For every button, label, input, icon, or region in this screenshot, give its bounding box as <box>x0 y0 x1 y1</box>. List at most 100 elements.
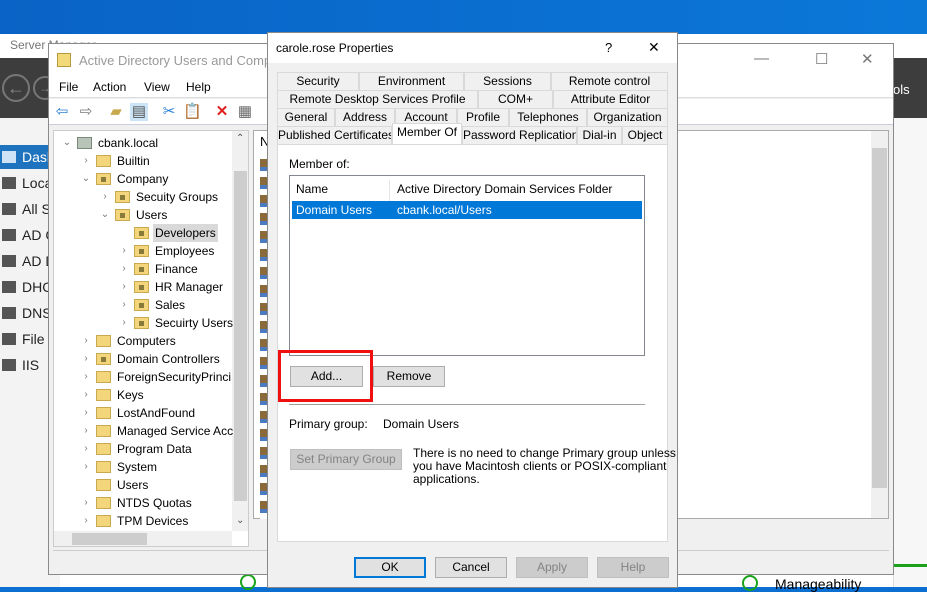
tree-item[interactable]: › HR Manager <box>54 278 232 296</box>
tools-menu[interactable]: ols <box>893 82 910 97</box>
tab-object[interactable]: Object <box>622 126 668 144</box>
tab-rds-profile[interactable]: Remote Desktop Services Profile <box>277 90 478 108</box>
minimize-icon[interactable]: — <box>754 50 769 67</box>
tree-item[interactable]: ⌄ Users <box>54 206 232 224</box>
menu-file[interactable]: File <box>59 80 78 94</box>
expand-icon[interactable]: › <box>119 242 129 260</box>
tab-address[interactable]: Address <box>335 108 395 126</box>
expand-icon[interactable]: › <box>81 422 91 440</box>
tab-com-plus[interactable]: COM+ <box>478 90 553 108</box>
expand-icon[interactable]: › <box>81 386 91 404</box>
column-header-folder[interactable]: Active Directory Domain Services Folder <box>391 180 612 202</box>
menu-view[interactable]: View <box>144 80 170 94</box>
back-icon[interactable]: ← <box>2 74 30 102</box>
tab-security[interactable]: Security <box>277 72 359 90</box>
scroll-thumb[interactable] <box>72 533 147 545</box>
cancel-button[interactable]: Cancel <box>435 557 507 578</box>
expand-icon[interactable]: › <box>81 368 91 386</box>
expand-icon[interactable]: › <box>119 278 129 296</box>
tab-remote-control[interactable]: Remote control <box>551 72 668 90</box>
properties-icon[interactable]: ▦ <box>236 103 254 121</box>
menu-help[interactable]: Help <box>186 80 211 94</box>
tree-item[interactable]: › Domain Controllers <box>54 350 232 368</box>
help-icon[interactable]: ? <box>605 40 612 55</box>
add-button[interactable]: Add... <box>290 366 363 387</box>
up-folder-icon[interactable]: ▰ <box>107 103 125 121</box>
collapse-icon[interactable]: ⌄ <box>62 134 72 152</box>
expand-icon[interactable]: › <box>81 458 91 476</box>
forward-icon[interactable]: ⇨ <box>77 103 95 121</box>
folder-icon <box>96 443 111 455</box>
tree-item[interactable]: Users <box>54 476 232 494</box>
expand-icon[interactable]: › <box>81 350 91 368</box>
tab-organization[interactable]: Organization <box>587 108 668 126</box>
tree-item[interactable]: › Employees <box>54 242 232 260</box>
expand-icon[interactable]: › <box>119 296 129 314</box>
list-row[interactable]: Domain Users cbank.local/Users <box>292 201 642 219</box>
tree-item[interactable]: › Sales <box>54 296 232 314</box>
scroll-down-icon[interactable]: ⌄ <box>236 515 244 526</box>
maximize-icon[interactable]: ☐ <box>815 50 828 68</box>
tab-dial-in[interactable]: Dial-in <box>577 126 622 144</box>
expand-icon[interactable]: › <box>81 332 91 350</box>
collapse-icon[interactable]: ⌄ <box>81 170 91 188</box>
scroll-thumb[interactable] <box>872 148 887 488</box>
close-icon[interactable]: ✕ <box>648 39 660 56</box>
back-icon[interactable]: ⇦ <box>53 103 71 121</box>
tab-attribute-editor[interactable]: Attribute Editor <box>553 90 668 108</box>
tab-general[interactable]: General <box>277 108 335 126</box>
expand-icon[interactable]: › <box>100 188 110 206</box>
expand-icon[interactable]: › <box>81 512 91 530</box>
expand-icon[interactable]: › <box>81 494 91 512</box>
tree-horizontal-scrollbar[interactable] <box>54 531 232 546</box>
expand-icon[interactable]: › <box>81 152 91 170</box>
tree-item[interactable]: › ForeignSecurityPrinci <box>54 368 232 386</box>
expand-icon[interactable]: › <box>119 314 129 332</box>
tree-item[interactable]: › System <box>54 458 232 476</box>
ou-folder-icon <box>115 191 130 203</box>
cut-icon[interactable]: ✂ <box>160 103 178 121</box>
paste-icon[interactable]: 📋 <box>183 103 202 121</box>
tab-password-replication[interactable]: Password Replication <box>462 126 577 144</box>
close-icon[interactable]: ✕ <box>861 50 874 68</box>
tree-item[interactable]: Developers <box>54 224 232 242</box>
column-header-name[interactable]: Name <box>290 180 390 202</box>
remove-button[interactable]: Remove <box>373 366 445 387</box>
tree-item[interactable]: ⌄ Company <box>54 170 232 188</box>
tree-item[interactable]: ⌄ cbank.local <box>54 134 232 152</box>
tab-published-certificates[interactable]: Published Certificates <box>277 126 392 144</box>
tree-item[interactable]: › Computers <box>54 332 232 350</box>
show-tree-icon[interactable]: ▤ <box>130 103 148 121</box>
tree-item[interactable]: › Secuirty Users <box>54 314 233 332</box>
expand-icon[interactable]: › <box>81 404 91 422</box>
tab-telephones[interactable]: Telephones <box>509 108 587 126</box>
tree-item[interactable]: › LostAndFound <box>54 404 232 422</box>
tab-member-of[interactable]: Member Of <box>392 123 462 144</box>
member-of-list[interactable]: Name Active Directory Domain Services Fo… <box>289 175 645 356</box>
tree-item[interactable]: › Managed Service Acc <box>54 422 233 440</box>
scroll-up-icon[interactable]: ⌃ <box>236 133 244 144</box>
expand-icon[interactable]: › <box>119 260 129 278</box>
delete-icon[interactable]: ✕ <box>213 103 231 121</box>
expand-icon[interactable]: › <box>81 440 91 458</box>
tree-item[interactable]: › Secuity Groups <box>54 188 232 206</box>
tab-profile[interactable]: Profile <box>457 108 509 126</box>
tree-item-label: HR Manager <box>155 280 224 294</box>
menu-action[interactable]: Action <box>93 80 126 94</box>
tree-item[interactable]: › Program Data <box>54 440 232 458</box>
apply-button[interactable]: Apply <box>516 557 588 578</box>
details-vertical-scrollbar[interactable] <box>871 131 888 518</box>
tile-manageability[interactable]: Manageability <box>775 576 861 592</box>
tree-item[interactable]: › TPM Devices <box>54 512 232 530</box>
collapse-icon[interactable]: ⌄ <box>100 206 110 224</box>
scroll-thumb[interactable] <box>234 171 247 501</box>
tree-item[interactable]: › Finance <box>54 260 232 278</box>
tree-item[interactable]: › Keys <box>54 386 232 404</box>
tab-sessions[interactable]: Sessions <box>464 72 551 90</box>
tab-environment[interactable]: Environment <box>359 72 464 90</box>
ok-button[interactable]: OK <box>354 557 426 578</box>
tree-item[interactable]: › NTDS Quotas <box>54 494 232 512</box>
set-primary-group-button[interactable]: Set Primary Group <box>290 449 402 470</box>
tree-item[interactable]: › Builtin <box>54 152 232 170</box>
help-button[interactable]: Help <box>597 557 669 578</box>
